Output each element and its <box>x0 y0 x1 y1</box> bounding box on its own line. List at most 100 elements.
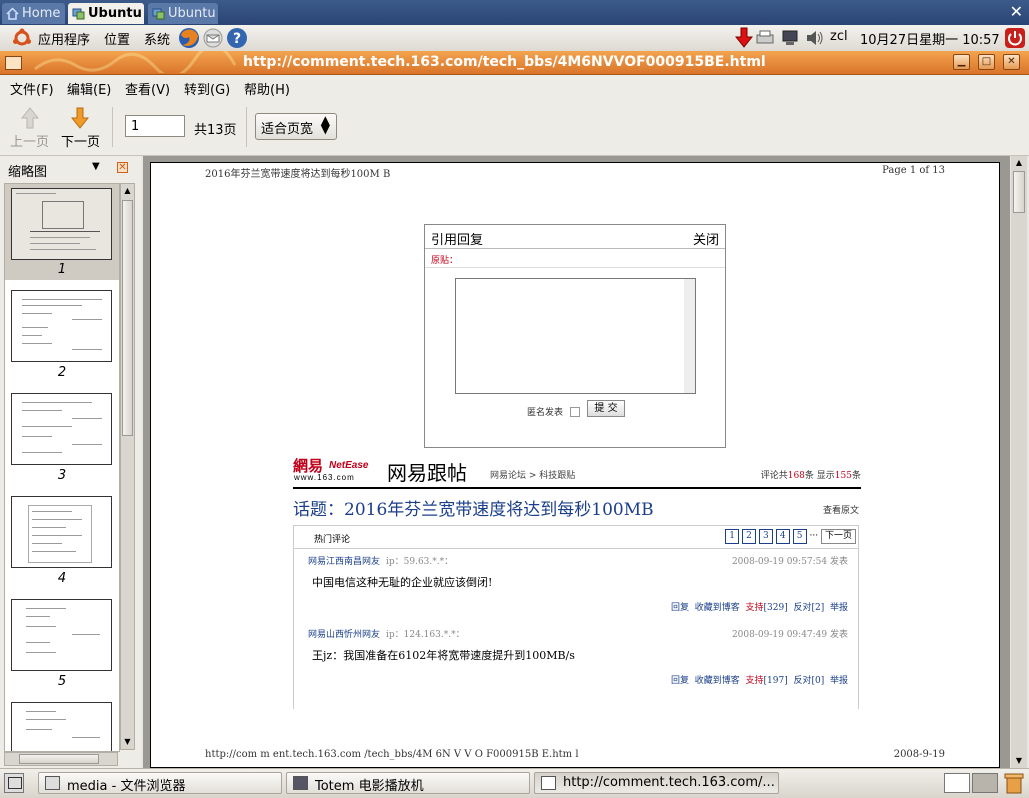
favorite-link[interactable]: 收藏到博客 <box>695 603 740 613</box>
view-original-link[interactable]: 查看原文 <box>823 503 859 516</box>
taskbar-document-viewer[interactable]: http://comment.tech.163.com/... <box>534 772 779 794</box>
task-label: Totem 电影播放机 <box>315 779 424 794</box>
vm-icon <box>72 8 85 20</box>
scroll-up-arrow-icon[interactable]: ▲ <box>121 184 134 198</box>
original-post-label: 原贴： <box>431 256 459 266</box>
vm-tab-label: Ubuntu <box>168 6 216 21</box>
workspace-1[interactable] <box>944 773 970 793</box>
ubuntu-logo-icon <box>13 28 31 46</box>
page-footer-left: http://com m ent.tech.163.com /tech_bbs/… <box>205 749 579 760</box>
trash-icon[interactable] <box>1004 772 1024 794</box>
dialog-close-link[interactable]: 关闭 <box>693 229 719 248</box>
next-page-button[interactable]: 下一页 <box>58 105 102 151</box>
zoom-select[interactable]: 适合页宽 ▲ ▼ <box>255 113 337 140</box>
close-sidebar-icon[interactable]: ✕ <box>117 162 128 173</box>
comment-author[interactable]: 网易山西忻州网友 <box>308 627 380 640</box>
toolbar-separator <box>246 107 247 147</box>
scroll-down-arrow-icon[interactable]: ▼ <box>121 735 134 749</box>
thumbnail-page-6[interactable] <box>11 702 112 751</box>
scrollbar-thumb[interactable] <box>122 200 133 436</box>
report-link[interactable]: 举报 <box>830 676 848 686</box>
scrollbar-thumb[interactable] <box>1013 171 1025 213</box>
decorative-watermark <box>30 51 240 73</box>
menu-file[interactable]: 文件(F) <box>10 79 54 98</box>
thumbnail-page-4[interactable] <box>11 496 112 568</box>
user-name[interactable]: zcl <box>830 29 848 44</box>
vm-tab-label: Home <box>22 6 61 21</box>
menu-view[interactable]: 查看(V) <box>125 79 170 98</box>
menu-help[interactable]: 帮助(H) <box>244 79 290 98</box>
applications-menu[interactable]: 应用程序 <box>38 29 90 48</box>
menu-edit[interactable]: 编辑(E) <box>67 79 111 98</box>
volume-icon[interactable] <box>806 30 824 46</box>
oppose-count: [0] <box>811 676 825 686</box>
comment-author[interactable]: 网易江西南昌网友 <box>308 554 380 567</box>
window-title-bar[interactable]: http://comment.tech.163.com/tech_bbs/4M6… <box>0 51 1029 75</box>
support-link[interactable]: 支持 <box>746 603 764 613</box>
sidebar-horizontal-scrollbar[interactable] <box>4 752 118 766</box>
printer-icon[interactable] <box>756 30 774 46</box>
close-window-button[interactable]: ✕ <box>1003 54 1020 70</box>
system-menu[interactable]: 系统 <box>144 29 170 48</box>
close-icon[interactable]: ✕ <box>1010 2 1023 21</box>
firefox-icon[interactable] <box>177 26 201 50</box>
network-icon[interactable] <box>781 29 799 47</box>
anonymous-checkbox[interactable] <box>570 407 580 417</box>
pager-page-4[interactable]: 4 <box>775 529 790 544</box>
pager-page-2[interactable]: 2 <box>742 529 757 544</box>
clock[interactable]: 10月27日星期一 10:57 <box>860 29 1000 48</box>
workspace-2[interactable] <box>972 773 998 793</box>
comment-item: 网易山西忻州网友 ip：124.163.*.*： 2008-09-19 09:4… <box>294 623 858 695</box>
power-icon[interactable] <box>1004 27 1026 49</box>
oppose-link[interactable]: 反对 <box>793 603 811 613</box>
submit-label: 提 交 <box>594 403 618 414</box>
pager-page-1[interactable]: 1 <box>725 529 740 544</box>
thumbnail-page-2[interactable] <box>11 290 112 362</box>
thumbnail-list[interactable]: 1 2 3 4 5 <box>4 183 120 752</box>
pager-page-5[interactable]: 5 <box>792 529 807 544</box>
task-label: media - 文件浏览器 <box>67 779 186 794</box>
thumbnail-page-1[interactable] <box>11 188 112 260</box>
places-menu[interactable]: 位置 <box>104 29 130 48</box>
reply-link[interactable]: 回复 <box>671 603 689 613</box>
pager-page-3[interactable]: 3 <box>758 529 773 544</box>
taskbar-totem[interactable]: Totem 电影播放机 <box>286 772 530 794</box>
show-desktop-icon[interactable] <box>4 773 24 793</box>
menu-go[interactable]: 转到(G) <box>184 79 230 98</box>
vm-tab-ubuntu-active[interactable]: Ubuntu <box>68 3 144 24</box>
oppose-link[interactable]: 反对 <box>793 676 811 686</box>
count-prefix: 评论共 <box>760 471 788 481</box>
vm-tab-home[interactable]: Home <box>2 3 65 24</box>
document-scrollbar[interactable]: ▲ ▼ <box>1011 156 1027 768</box>
mail-icon[interactable] <box>203 28 223 48</box>
reply-link[interactable]: 回复 <box>671 676 689 686</box>
taskbar-file-browser[interactable]: media - 文件浏览器 <box>38 772 282 794</box>
breadcrumb[interactable]: 网易论坛 > 科技跟贴 <box>490 468 575 481</box>
scroll-down-arrow-icon[interactable]: ▼ <box>1012 754 1026 768</box>
update-notifier-icon[interactable] <box>735 27 753 49</box>
scrollbar-thumb[interactable] <box>19 754 99 764</box>
thumbnail-page-5[interactable] <box>11 599 112 671</box>
maximize-button[interactable]: □ <box>978 54 995 70</box>
count-mid: 条 显示 <box>804 471 835 481</box>
scroll-up-arrow-icon[interactable]: ▲ <box>1012 156 1026 170</box>
sidebar-scrollbar[interactable]: ▲ ▼ <box>120 183 135 750</box>
thumbnail-page-3[interactable] <box>11 393 112 465</box>
pager-next[interactable]: 下一页 <box>820 529 856 544</box>
task-label: http://comment.tech.163.com/... <box>563 775 775 790</box>
prev-page-button[interactable]: 上一页 <box>8 105 50 151</box>
support-link[interactable]: 支持 <box>746 676 764 686</box>
pager: 1 2 3 4 5 ··· 下一页 <box>725 529 856 544</box>
vm-tab-ubuntu[interactable]: Ubuntu <box>148 3 218 24</box>
submit-button[interactable]: 提 交 <box>587 400 625 417</box>
comment-actions: 回复 收藏到博客 支持[329] 反对[2] 举报 <box>671 600 848 613</box>
help-icon[interactable]: ? <box>226 27 248 49</box>
minimize-button[interactable]: ▁ <box>953 54 970 70</box>
window-menu-icon[interactable] <box>5 56 22 70</box>
document-page: 2016年芬兰宽带速度将达到每秒100M B Page 1 of 13 引用回复… <box>150 162 1000 768</box>
chevron-down-icon[interactable]: ▼ <box>92 161 100 172</box>
report-link[interactable]: 举报 <box>830 603 848 613</box>
reply-textarea[interactable] <box>455 278 696 394</box>
favorite-link[interactable]: 收藏到博客 <box>695 676 740 686</box>
page-number-input[interactable] <box>125 115 185 137</box>
